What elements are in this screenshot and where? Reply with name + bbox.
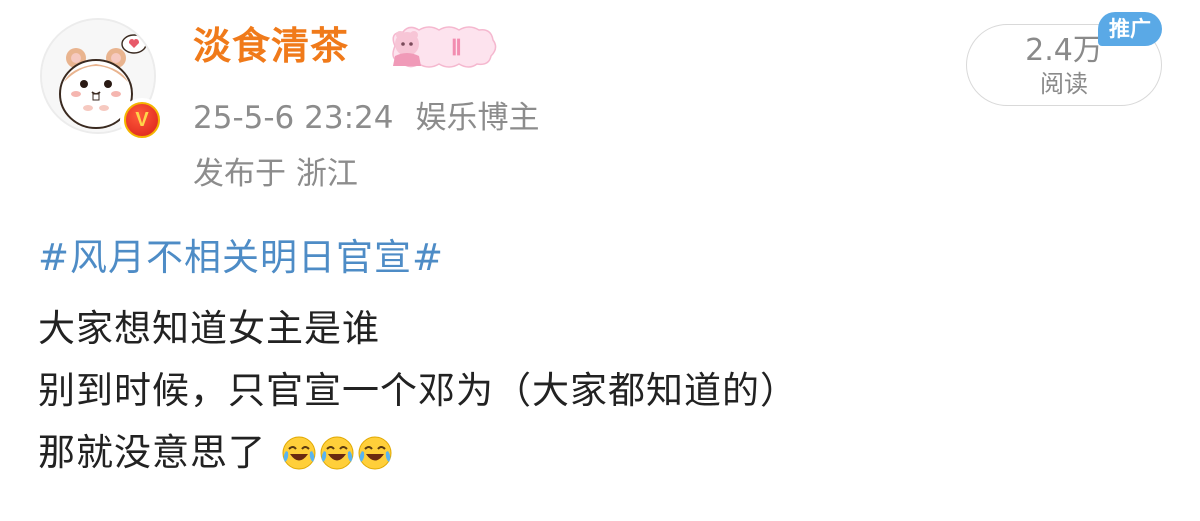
author-name[interactable]: 淡食清茶 [193,20,349,72]
verified-v-icon: V [124,102,160,138]
views-label: 阅读 [1040,70,1088,98]
member-level-text: Ⅱ [451,35,462,60]
post-text-line: 大家想知道女主是谁 [38,307,380,350]
post-text-line-last: 那就没意思了 [38,422,798,484]
post-timestamp: 25-5-6 23:24 [193,100,394,136]
post-location: 发布于 浙江 [193,156,358,192]
post-text-line: 别到时候，只官宣一个邓为（大家都知道的） [38,369,798,412]
promoted-tag: 推广 [1098,12,1162,46]
laugh-cry-emoji-icon [358,436,392,470]
laugh-cry-emoji-icon [320,436,354,470]
laugh-cry-emoji-icon [282,436,316,470]
post-meta: 25-5-6 23:24 娱乐博主 [193,96,539,140]
post-text: 那就没意思了 [38,431,266,474]
topic-hashtag-link[interactable]: #风月不相关明日官宣# [38,230,798,286]
member-badge-icon[interactable]: Ⅱ [385,22,500,70]
author-role: 娱乐博主 [415,100,540,136]
verified-badge: V [120,98,164,142]
post-content: #风月不相关明日官宣# 大家想知道女主是谁 别到时候，只官宣一个邓为（大家都知道… [38,230,798,484]
avatar-container[interactable]: V [40,18,164,142]
